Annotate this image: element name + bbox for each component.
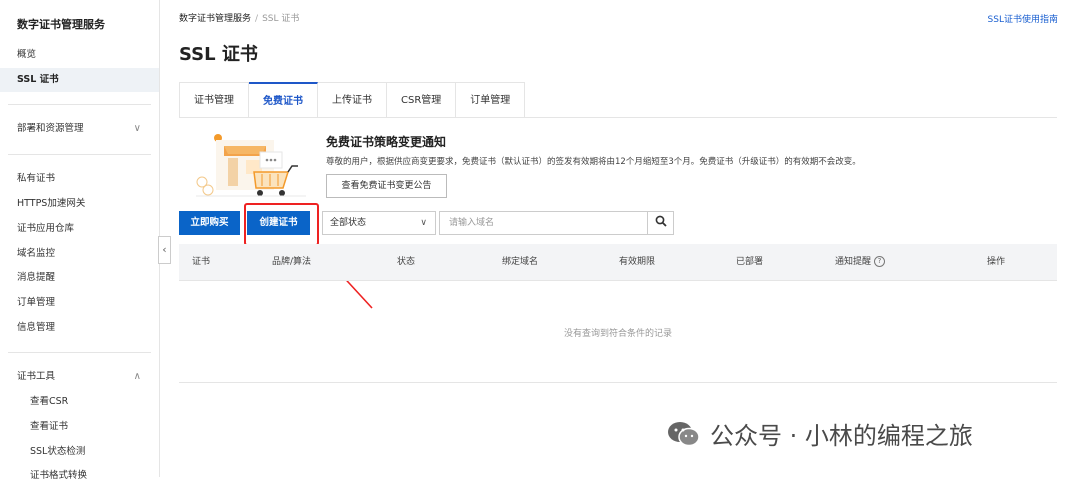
column-header: 绑定域名 (502, 257, 539, 267)
sidebar-divider (8, 352, 151, 353)
notice-text: 尊敬的用户，根据供应商变更要求，免费证书（默认证书）的签发有效期将由12个月缩短… (326, 157, 861, 167)
column-header: 有效期限 (619, 257, 656, 267)
sidebar-item-private-cert[interactable]: 私有证书 (0, 167, 159, 191)
shop-illustration (196, 134, 306, 197)
empty-state-text: 没有查询到符合条件的记录 (563, 329, 672, 339)
sidebar-item-ssl[interactable]: SSL 证书 (0, 68, 159, 92)
table-bottom-border (179, 382, 1057, 383)
column-header: 状态 (397, 257, 416, 267)
sidebar-item-info-mgmt[interactable]: 信息管理 (0, 316, 159, 340)
sidebar-item-ssl-check[interactable]: SSL状态检测 (0, 440, 159, 464)
sidebar-group-deploy[interactable]: 部署和资源管理 ∨ (0, 117, 159, 141)
help-icon[interactable]: ? (874, 256, 886, 267)
tab-bar: 证书管理 免费证书 上传证书 CSR管理 订单管理 (179, 82, 526, 118)
column-header: 通知提醒 (835, 257, 872, 267)
sidebar: 数字证书管理服务 概览 SSL 证书 部署和资源管理 ∨ 私有证书 HTTPS加… (0, 0, 160, 481)
column-header-notify: 通知提醒? (835, 244, 886, 281)
column-header: 品牌/算法 (272, 257, 312, 267)
table-header: 证书 品牌/算法 状态 绑定域名 有效期限 已部署 通知提醒? 操作 (179, 244, 1057, 281)
sidebar-collapse-button[interactable]: ‹ (158, 236, 171, 264)
page-title: SSL 证书 (179, 44, 258, 65)
sidebar-item-cert-repo[interactable]: 证书应用仓库 (0, 217, 159, 241)
sidebar-divider (8, 104, 151, 105)
domain-search-input[interactable]: 请输入域名 (439, 211, 648, 235)
chevron-down-icon: ∨ (420, 218, 427, 228)
sidebar-item-overview[interactable]: 概览 (0, 43, 159, 67)
sidebar-group-tools-label: 证书工具 (17, 371, 56, 382)
sidebar-item-domain-monitor[interactable]: 域名监控 (0, 242, 159, 266)
highlight-box (244, 203, 319, 246)
status-select-value: 全部状态 (330, 218, 367, 228)
tab-upload-cert[interactable]: 上传证书 (318, 82, 387, 118)
column-header: 证书 (192, 257, 211, 267)
breadcrumb-root[interactable]: 数字证书管理服务 (179, 14, 251, 24)
search-button[interactable] (647, 211, 674, 235)
chevron-up-icon: ∧ (133, 371, 141, 382)
chevron-left-icon: ‹ (162, 243, 167, 256)
sidebar-divider (8, 154, 151, 155)
column-header: 已部署 (736, 257, 764, 267)
sidebar-title: 数字证书管理服务 (17, 18, 105, 31)
sidebar-item-message-alert[interactable]: 消息提醒 (0, 266, 159, 290)
wechat-icon (668, 422, 700, 447)
tab-order-management[interactable]: 订单管理 (456, 82, 526, 118)
tab-divider (179, 117, 1057, 118)
sidebar-item-view-csr[interactable]: 查看CSR (0, 390, 159, 414)
tab-free-cert[interactable]: 免费证书 (249, 82, 318, 118)
sidebar-item-order-mgmt[interactable]: 订单管理 (0, 291, 159, 315)
sidebar-item-https-gateway[interactable]: HTTPS加速网关 (0, 192, 159, 216)
view-announcement-button[interactable]: 查看免费证书变更公告 (326, 174, 447, 198)
sidebar-item-format-convert[interactable]: 证书格式转换 (0, 464, 159, 488)
tab-cert-management[interactable]: 证书管理 (179, 82, 249, 118)
chevron-down-icon: ∨ (133, 123, 141, 134)
breadcrumb: 数字证书管理服务 / SSL 证书 (179, 11, 299, 24)
sidebar-group-tools[interactable]: 证书工具 ∧ (0, 365, 159, 389)
column-header: 操作 (987, 257, 1006, 267)
guide-link[interactable]: SSL证书使用指南 (988, 12, 1058, 25)
buy-now-button[interactable]: 立即购买 (179, 211, 240, 235)
tab-csr-management[interactable]: CSR管理 (387, 82, 457, 118)
notice-title: 免费证书策略变更通知 (326, 135, 447, 149)
breadcrumb-current: SSL 证书 (262, 14, 300, 24)
search-icon (655, 215, 667, 227)
breadcrumb-separator: / (255, 14, 259, 24)
sidebar-item-view-cert[interactable]: 查看证书 (0, 415, 159, 439)
watermark: 公众号 · 小林的编程之旅 (666, 416, 973, 451)
status-select[interactable]: 全部状态 ∨ (322, 211, 436, 235)
watermark-text: 公众号 · 小林的编程之旅 (710, 422, 973, 450)
sidebar-group-deploy-label: 部署和资源管理 (17, 123, 84, 134)
